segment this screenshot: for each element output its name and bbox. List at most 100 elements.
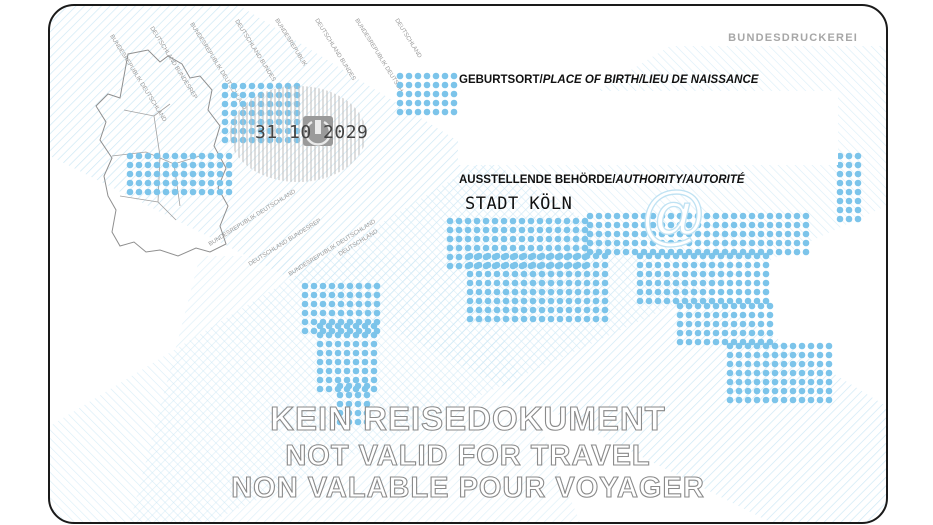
- map-dot: [712, 212, 720, 220]
- map-dot: [221, 118, 229, 126]
- map-dot: [475, 261, 483, 269]
- map-dot: [583, 270, 591, 278]
- map-dot: [613, 248, 621, 256]
- map-dot: [538, 315, 546, 323]
- map-dot: [343, 331, 351, 339]
- map-dot: [189, 188, 197, 196]
- map-dot: [802, 239, 810, 247]
- map-dot: [511, 252, 519, 260]
- map-dot: [556, 297, 564, 305]
- map-dot: [354, 382, 362, 390]
- map-dot: [198, 152, 206, 160]
- map-dot: [441, 99, 449, 107]
- map-dot: [708, 252, 716, 260]
- map-dot: [672, 270, 680, 278]
- map-dot: [538, 261, 546, 269]
- map-dot: [493, 270, 501, 278]
- map-dot: [735, 360, 743, 368]
- map-dot: [565, 252, 573, 260]
- map-dot: [126, 170, 134, 178]
- map-dot: [364, 291, 372, 299]
- map-dot: [414, 99, 422, 107]
- map-dot: [396, 99, 404, 107]
- map-dot: [491, 235, 499, 243]
- map-dot: [726, 261, 734, 269]
- map-dot: [554, 217, 562, 225]
- map-dot: [325, 340, 333, 348]
- map-dot: [744, 279, 752, 287]
- map-dot: [699, 261, 707, 269]
- map-dot: [221, 82, 229, 90]
- map-dot: [370, 376, 378, 384]
- map-dot: [547, 279, 555, 287]
- map-dot: [230, 100, 238, 108]
- map-dot: [685, 311, 693, 319]
- map-dot: [739, 212, 747, 220]
- map-dot: [744, 360, 752, 368]
- map-dot: [547, 306, 555, 314]
- map-dot: [225, 152, 233, 160]
- map-dot: [221, 109, 229, 117]
- map-dot: [502, 252, 510, 260]
- map-dot: [328, 291, 336, 299]
- map-dot: [735, 378, 743, 386]
- map-dot: [511, 270, 519, 278]
- map-dot: [189, 152, 197, 160]
- map-dot: [816, 387, 824, 395]
- map-dot: [739, 239, 747, 247]
- map-dot: [221, 100, 229, 108]
- map-dot: [699, 279, 707, 287]
- map-dot: [712, 221, 720, 229]
- map-dot: [484, 306, 492, 314]
- map-dot: [336, 382, 344, 390]
- map-dot: [405, 81, 413, 89]
- map-dot: [807, 369, 815, 377]
- map-dot: [198, 179, 206, 187]
- map-dot: [789, 369, 797, 377]
- map-dot: [726, 387, 734, 395]
- map-dot: [636, 261, 644, 269]
- map-dot: [766, 302, 774, 310]
- map-dot: [396, 108, 404, 116]
- map-dot: [753, 261, 761, 269]
- map-dot: [189, 179, 197, 187]
- map-dot: [802, 212, 810, 220]
- map-dot: [466, 288, 474, 296]
- map-dot: [153, 170, 161, 178]
- map-dot: [825, 387, 833, 395]
- map-dot: [198, 170, 206, 178]
- map-dot: [699, 288, 707, 296]
- map-dot: [845, 215, 853, 223]
- map-dot: [676, 302, 684, 310]
- map-dot: [717, 279, 725, 287]
- map-dot: [529, 252, 537, 260]
- map-dot: [685, 329, 693, 337]
- map-dot: [334, 340, 342, 348]
- map-dot: [586, 221, 594, 229]
- map-dot: [681, 261, 689, 269]
- map-dot: [712, 338, 720, 346]
- map-dot: [363, 391, 371, 399]
- place-of-birth-label: GEBURTSORT/PLACE OF BIRTH/LIEU DE NAISSA…: [459, 74, 759, 86]
- map-dot: [466, 306, 474, 314]
- map-dot: [414, 108, 422, 116]
- map-dot: [694, 338, 702, 346]
- map-dot: [162, 179, 170, 187]
- map-dot: [721, 212, 729, 220]
- map-dot: [144, 161, 152, 169]
- map-dot: [825, 378, 833, 386]
- map-dot: [441, 90, 449, 98]
- map-dot: [216, 152, 224, 160]
- map-dot: [574, 306, 582, 314]
- map-dot: [735, 369, 743, 377]
- map-dot: [450, 108, 458, 116]
- map-dot: [207, 179, 215, 187]
- map-dot: [554, 226, 562, 234]
- map-dot: [854, 188, 862, 196]
- map-dot: [450, 99, 458, 107]
- map-dot: [672, 252, 680, 260]
- map-dot: [699, 270, 707, 278]
- map-dot: [586, 212, 594, 220]
- map-dot: [319, 291, 327, 299]
- map-dot: [464, 235, 472, 243]
